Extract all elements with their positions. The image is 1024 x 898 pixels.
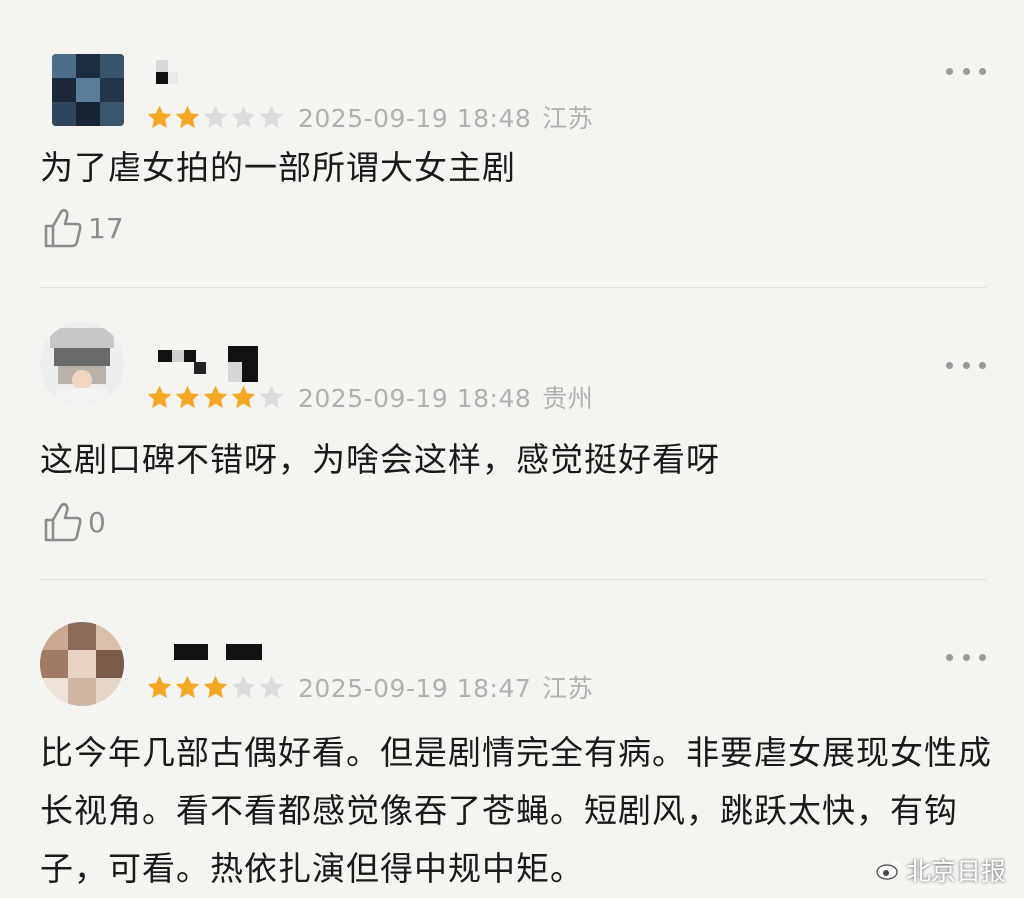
comment-date: 2025-09-19 18:48 bbox=[298, 104, 532, 133]
star-icon bbox=[259, 105, 284, 128]
star-icon bbox=[231, 105, 256, 128]
meta-text: 2025-09-19 18:48 贵州 bbox=[298, 379, 593, 415]
star-icon bbox=[175, 675, 200, 698]
username-redacted[interactable] bbox=[148, 60, 198, 100]
star-icon bbox=[147, 675, 172, 698]
star-icon bbox=[203, 675, 228, 698]
divider bbox=[40, 579, 986, 580]
comment-text: 为了虐女拍的一部所谓大女主剧 bbox=[40, 148, 516, 187]
weibo-icon bbox=[876, 861, 901, 880]
more-icon bbox=[962, 361, 970, 369]
meta-text: 2025-09-19 18:48 江苏 bbox=[298, 99, 593, 135]
thumbs-up-icon bbox=[44, 502, 82, 542]
star-icon bbox=[231, 675, 256, 698]
more-icon bbox=[979, 67, 986, 75]
avatar[interactable] bbox=[40, 322, 124, 406]
star-icon bbox=[147, 385, 172, 408]
meta-text: 2025-09-19 18:47 江苏 bbox=[298, 669, 593, 705]
star-icon bbox=[175, 385, 200, 408]
star-icon bbox=[259, 675, 284, 698]
comment-location: 贵州 bbox=[542, 384, 594, 413]
like-button[interactable]: 0 bbox=[42, 500, 106, 544]
star-icon bbox=[203, 385, 228, 408]
more-options-button[interactable] bbox=[946, 648, 986, 666]
more-icon bbox=[979, 361, 986, 369]
more-icon bbox=[962, 653, 970, 661]
more-options-button[interactable] bbox=[946, 356, 986, 374]
like-count: 0 bbox=[88, 505, 106, 539]
comment-text: 比今年几部古偶好看。但是剧情完全有病。非要虐女展现女性成长视角。看不看都感觉像吞… bbox=[40, 733, 992, 888]
comment-meta: 2025-09-19 18:47 江苏 bbox=[146, 670, 593, 704]
star-rating bbox=[146, 104, 286, 131]
watermark-text: 北京日报 bbox=[906, 857, 1007, 886]
avatar[interactable] bbox=[52, 54, 124, 126]
divider bbox=[40, 287, 986, 288]
star-icon bbox=[203, 105, 228, 128]
star-rating bbox=[146, 674, 286, 701]
more-icon bbox=[979, 653, 986, 661]
more-options-button[interactable] bbox=[946, 62, 986, 80]
star-icon bbox=[259, 385, 284, 408]
thumbs-up-icon bbox=[44, 208, 82, 248]
more-icon bbox=[946, 67, 953, 75]
star-rating bbox=[146, 384, 286, 411]
watermark: 北京日报 bbox=[876, 852, 1006, 888]
more-icon bbox=[946, 653, 953, 661]
comment-text: 这剧口碑不错呀，为啥会这样，感觉挺好看呀 bbox=[40, 440, 720, 479]
more-icon bbox=[946, 361, 953, 369]
comment-meta: 2025-09-19 18:48 江苏 bbox=[146, 100, 593, 134]
star-icon bbox=[147, 105, 172, 128]
avatar[interactable] bbox=[40, 622, 124, 706]
like-button[interactable]: 17 bbox=[42, 206, 124, 250]
comment-date: 2025-09-19 18:48 bbox=[298, 384, 532, 413]
comment-location: 江苏 bbox=[542, 104, 594, 133]
more-icon bbox=[962, 67, 970, 75]
comment-location: 江苏 bbox=[542, 674, 594, 703]
comment-meta: 2025-09-19 18:48 贵州 bbox=[146, 380, 593, 414]
star-icon bbox=[231, 385, 256, 408]
comment-date: 2025-09-19 18:47 bbox=[298, 674, 532, 703]
like-count: 17 bbox=[88, 211, 124, 245]
star-icon bbox=[175, 105, 200, 128]
